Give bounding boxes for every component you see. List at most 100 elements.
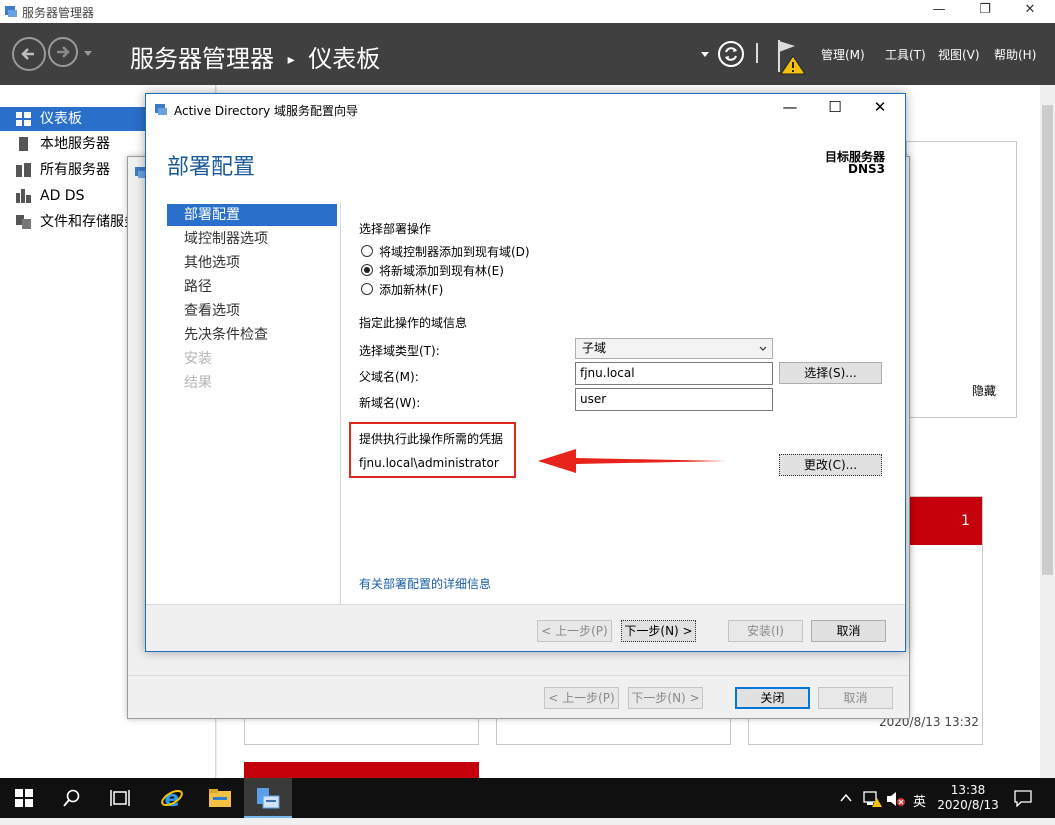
minimize-button[interactable]: — — [916, 2, 962, 22]
radio-label: 添加新林(F) — [379, 283, 444, 297]
step-deployment-config[interactable]: 部署配置 — [167, 204, 337, 226]
task-view-icon — [110, 790, 130, 806]
menu-view[interactable]: 视图(V) — [938, 46, 980, 63]
hide-link[interactable]: 隐藏 — [972, 382, 996, 399]
domain-type-select[interactable]: 子域 — [575, 338, 773, 359]
radio-button[interactable] — [361, 245, 373, 257]
step-paths[interactable]: 路径 — [167, 276, 337, 298]
domain-type-label: 选择域类型(T): — [359, 344, 440, 358]
domain-type-value: 子域 — [582, 341, 607, 355]
maximize-button[interactable]: ❐ — [962, 2, 1008, 22]
chevron-up-icon[interactable] — [840, 793, 852, 803]
forward-arrow-icon — [57, 46, 70, 58]
wizard-maximize-button[interactable]: ☐ — [815, 98, 855, 120]
menu-tools[interactable]: 工具(T) — [885, 46, 926, 63]
servers-icon — [16, 163, 31, 177]
prev-button[interactable]: < 上一步(P) — [537, 620, 612, 642]
breadcrumb: 服务器管理器 ▸ 仪表板 — [130, 39, 380, 74]
clock-time: 13:38 — [950, 783, 986, 797]
search-button[interactable] — [48, 778, 96, 818]
file-explorer-taskbar-button[interactable] — [196, 778, 244, 818]
server-manager-icon — [257, 788, 280, 809]
dashboard-icon — [16, 112, 31, 126]
scrollbar-thumb[interactable] — [1042, 105, 1053, 575]
radio-button-selected[interactable] — [361, 264, 373, 276]
refresh-icon[interactable] — [717, 40, 745, 68]
back-dialog-next-button[interactable]: 下一步(N) > — [628, 687, 703, 709]
wizard-footer: < 上一步(P) 下一步(N) > 安装(I) 取消 — [146, 604, 905, 651]
ime-indicator[interactable]: 英 — [913, 791, 926, 810]
select-domain-button[interactable]: 选择(S)... — [779, 362, 882, 384]
server-icon — [19, 137, 28, 151]
sidebar-item-label: 仪表板 — [40, 111, 82, 127]
role-tile-count: 1 — [961, 513, 970, 529]
radio-button[interactable] — [361, 283, 373, 295]
welcome-panel: 隐藏 — [906, 141, 1017, 418]
app-header: 服务器管理器 ▸ 仪表板 管理(M) 工具(T) 视图(V) 帮助(H) — [0, 23, 1055, 85]
wizard-heading: 部署配置 — [167, 155, 256, 180]
history-dropdown-icon[interactable] — [83, 50, 93, 58]
windows-logo-icon — [15, 789, 33, 807]
step-dc-options[interactable]: 域控制器选项 — [167, 228, 337, 250]
menu-manage[interactable]: 管理(M) — [821, 46, 865, 63]
window-title: 服务器管理器 — [22, 6, 95, 20]
breadcrumb-app: 服务器管理器 — [130, 45, 274, 73]
steps-divider — [340, 202, 341, 604]
sidebar-item-label: AD DS — [40, 188, 85, 204]
parent-domain-field[interactable]: fjnu.local — [575, 362, 773, 385]
ie-taskbar-button[interactable]: e — [148, 778, 196, 818]
window-titlebar: 服务器管理器 — ❐ ✕ — [0, 0, 1055, 23]
more-info-link[interactable]: 有关部署配置的详细信息 — [359, 575, 491, 592]
server-manager-taskbar-button[interactable] — [244, 778, 292, 818]
new-domain-field[interactable]: user — [575, 388, 773, 411]
next-button[interactable]: 下一步(N) > — [621, 620, 696, 642]
step-additional-options[interactable]: 其他选项 — [167, 252, 337, 274]
server-manager-icon — [5, 6, 17, 17]
close-button[interactable]: ✕ — [1007, 2, 1053, 22]
operation-section-title: 选择部署操作 — [359, 222, 432, 236]
start-button[interactable] — [0, 778, 48, 818]
cancel-button[interactable]: 取消 — [811, 620, 886, 642]
step-prerequisites-check[interactable]: 先决条件检查 — [167, 324, 337, 346]
task-view-button[interactable] — [96, 778, 144, 818]
wizard-minimize-button[interactable]: — — [770, 98, 810, 120]
radio-label: 将域控制器添加到现有域(D) — [379, 245, 530, 259]
back-button[interactable] — [12, 37, 46, 71]
radio-label: 将新域添加到现有林(E) — [379, 264, 504, 278]
sidebar-item-label: 本地服务器 — [40, 136, 110, 152]
search-icon — [63, 789, 80, 807]
menu-help[interactable]: 帮助(H) — [994, 46, 1036, 63]
chevron-down-icon — [759, 346, 767, 351]
install-button[interactable]: 安装(I) — [728, 620, 803, 642]
role-tile-4-header — [244, 762, 479, 778]
credentials-title: 提供执行此操作所需的凭据 — [359, 432, 504, 446]
main-scrollbar[interactable] — [1040, 85, 1055, 780]
notification-center-icon[interactable] — [1013, 789, 1033, 807]
network-warning-icon[interactable] — [863, 790, 883, 808]
header-divider — [756, 43, 758, 63]
change-credentials-button[interactable]: 更改(C)... — [779, 454, 882, 476]
wizard-close-button[interactable]: ✕ — [860, 98, 900, 120]
wizard-titlebar: Active Directory 域服务配置向导 — ☐ ✕ — [146, 94, 905, 124]
wizard-icon — [155, 104, 167, 115]
step-review-options[interactable]: 查看选项 — [167, 300, 337, 322]
back-dialog-prev-button[interactable]: < 上一步(P) — [544, 687, 619, 709]
credentials-value: fjnu.local\administrator — [359, 456, 499, 470]
background-footer-divider — [128, 675, 909, 676]
parent-domain-label: 父域名(M): — [359, 370, 419, 384]
sidebar-item-label: 所有服务器 — [40, 162, 110, 178]
internet-explorer-icon: e — [161, 787, 183, 812]
adds-icon — [16, 189, 31, 203]
forward-button[interactable] — [48, 37, 78, 67]
adds-config-wizard: Active Directory 域服务配置向导 — ☐ ✕ 部署配置 目标服务… — [145, 93, 906, 652]
domain-info-title: 指定此操作的域信息 — [359, 316, 468, 330]
storage-icon — [16, 215, 31, 229]
back-dialog-cancel-button[interactable]: 取消 — [818, 687, 893, 709]
back-dialog-close-button[interactable]: 关闭 — [735, 687, 810, 709]
taskbar-clock[interactable]: 13:38 2020/8/13 — [933, 783, 1003, 813]
notification-flag-icon[interactable] — [775, 38, 809, 76]
wizard-title: Active Directory 域服务配置向导 — [174, 104, 359, 118]
step-install: 安装 — [184, 351, 212, 367]
dropdown-icon[interactable] — [700, 51, 710, 59]
volume-muted-icon[interactable] — [886, 790, 906, 808]
